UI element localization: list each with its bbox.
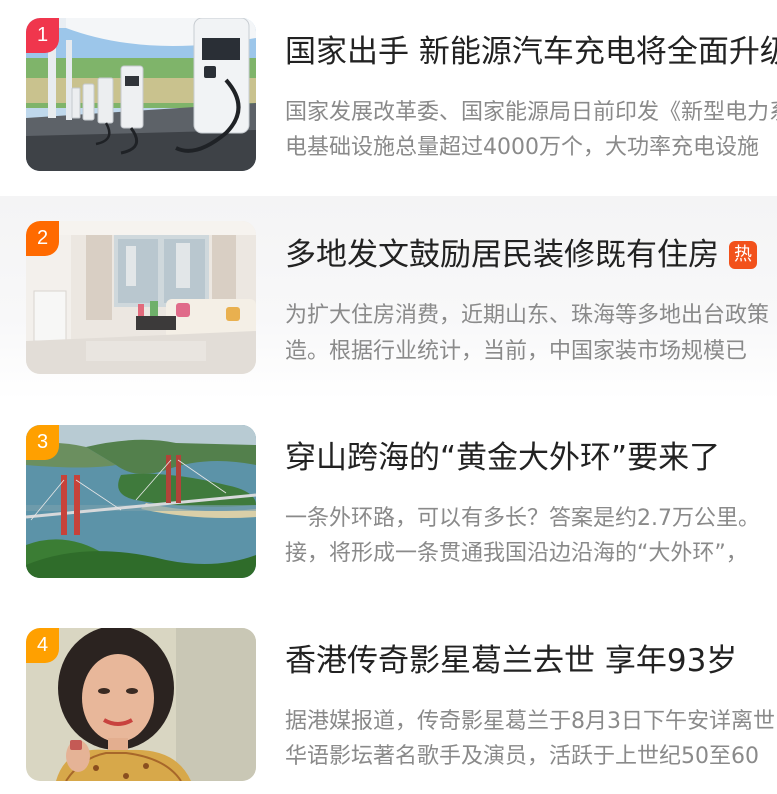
rank-badge: 2	[26, 221, 59, 256]
news-title[interactable]: 穿山跨海的“黄金大外环”要来了	[285, 436, 720, 480]
news-item-2[interactable]: 2 多地发文鼓励居民装修既有住房热 为扩大住房消费，近期山东、珠海等多地出台政策…	[0, 196, 777, 400]
rank-badge: 4	[26, 628, 59, 663]
news-thumbnail[interactable]: 3	[26, 425, 256, 578]
news-item-3[interactable]: 3 穿山跨海的“黄金大外环”要来了 一条外环路，可以有多长？答案是约2.7万公里…	[0, 400, 777, 604]
news-item-1[interactable]: 1 国家出手 新能源汽车充电将全面升级 国家发展改革委、国家能源局日前印发《新型…	[0, 0, 777, 204]
news-title[interactable]: 国家出手 新能源汽车充电将全面升级	[285, 30, 777, 74]
news-summary-line-2: 华语影坛著名歌手及演员，活跃于上世纪50至60	[285, 744, 759, 769]
news-summary-line-1: 为扩大住房消费，近期山东、珠海等多地出台政策	[285, 303, 770, 328]
news-summary-line-2: 电基础设施总量超过4000万个，大功率充电设施	[285, 135, 759, 160]
living-room-interior-photo	[26, 221, 256, 374]
rank-badge: 3	[26, 425, 59, 460]
hot-news-list: 1 国家出手 新能源汽车充电将全面升级 国家发展改革委、国家能源局日前印发《新型…	[0, 0, 777, 794]
news-title[interactable]: 香港传奇影星葛兰去世 享年93岁	[285, 639, 737, 683]
news-thumbnail[interactable]: 2	[26, 221, 256, 374]
news-thumbnail[interactable]: 4	[26, 628, 256, 781]
news-summary-line-1: 据港媒报道，传奇影星葛兰于8月3日下午安详离世	[285, 709, 775, 734]
rank-badge: 1	[26, 18, 59, 53]
news-summary-line-2: 造。根据行业统计，当前，中国家装市场规模已	[285, 339, 748, 364]
news-summary-line-1: 一条外环路，可以有多长？答案是约2.7万公里。	[285, 506, 760, 531]
news-title[interactable]: 多地发文鼓励居民装修既有住房热	[285, 233, 757, 277]
news-summary-line-1: 国家发展改革委、国家能源局日前印发《新型电力系统	[285, 100, 777, 125]
news-thumbnail[interactable]: 1	[26, 18, 256, 171]
hot-badge: 热	[729, 241, 757, 269]
news-summary-line-2: 接，将形成一条贯通我国沿边沿海的“大外环”，	[285, 541, 748, 566]
ev-charging-station-photo	[26, 18, 256, 171]
news-item-4[interactable]: 4 香港传奇影星葛兰去世 享年93岁 据港媒报道，传奇影星葛兰于8月3日下午安详…	[0, 604, 777, 794]
bridge-over-sea-aerial-photo	[26, 425, 256, 578]
news-title-text: 多地发文鼓励居民装修既有住房	[285, 237, 719, 273]
actress-portrait-photo	[26, 628, 256, 781]
